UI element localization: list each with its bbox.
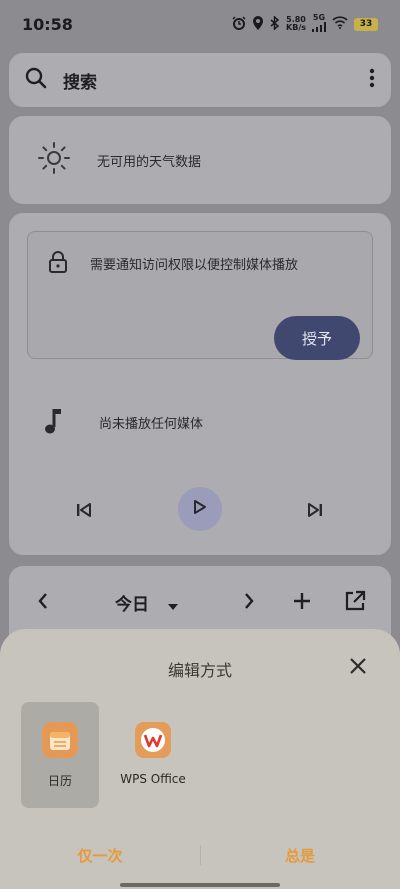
home-indicator[interactable] [120, 883, 280, 887]
button-divider [200, 845, 201, 865]
no-media-text: 尚未播放任何媒体 [99, 417, 204, 432]
wps-office-app-icon [135, 722, 171, 758]
sheet-title: 编辑方式 [167, 661, 232, 680]
alarm-icon [232, 15, 246, 33]
network-speed: 5.80 KB/s [286, 16, 306, 32]
sun-icon [37, 141, 71, 179]
just-once-button[interactable]: 仅一次 [20, 843, 180, 867]
location-icon [252, 15, 264, 33]
more-options-icon[interactable] [369, 68, 375, 92]
network-speed-unit: KB/s [286, 23, 306, 32]
play-button[interactable] [178, 487, 222, 531]
signal-icon [312, 22, 326, 32]
play-icon [193, 499, 207, 519]
open-with-sheet: 编辑方式 日历 WPS Office 仅一次 总是 [0, 629, 400, 889]
calendar-date-title[interactable]: 今日 [115, 590, 149, 615]
permission-text: 需要通知访问权限以便控制媒体播放 [90, 258, 299, 273]
battery-icon: 33 [354, 17, 378, 31]
music-note-icon [43, 407, 63, 441]
wifi-icon [332, 16, 348, 32]
close-icon[interactable] [349, 657, 367, 679]
app-label-wps-office: WPS Office [120, 772, 186, 786]
bluetooth-icon [270, 14, 280, 33]
calendar-app-icon [42, 722, 78, 758]
always-button[interactable]: 总是 [220, 843, 380, 867]
media-widget: 需要通知访问权限以便控制媒体播放 授予 尚未播放任何媒体 [9, 213, 391, 555]
search-icon [25, 67, 47, 93]
add-icon[interactable] [292, 591, 312, 615]
dropdown-arrow-icon[interactable] [167, 596, 179, 615]
app-label-calendar: 日历 [47, 774, 72, 788]
status-icons: 5.80 KB/s 5G 33 [232, 14, 378, 34]
app-option-calendar[interactable]: 日历 [21, 702, 99, 808]
grant-button[interactable]: 授予 [274, 316, 360, 360]
app-option-wps-office[interactable]: WPS Office [114, 702, 192, 808]
battery-level: 33 [359, 19, 373, 29]
previous-track-icon[interactable] [76, 502, 92, 522]
lock-icon [48, 250, 68, 278]
status-time: 10:58 [22, 14, 73, 34]
search-bar[interactable]: 搜索 [9, 53, 391, 107]
weather-widget[interactable]: 无可用的天气数据 [9, 116, 391, 204]
open-external-icon[interactable] [344, 590, 366, 616]
search-label: 搜索 [63, 72, 97, 93]
next-track-icon[interactable] [307, 502, 323, 522]
weather-status-text: 无可用的天气数据 [97, 154, 202, 170]
permission-notice: 需要通知访问权限以便控制媒体播放 授予 [27, 231, 373, 360]
chevron-left-icon[interactable] [37, 592, 49, 614]
chevron-right-icon[interactable] [243, 592, 255, 614]
network-type-label: 5G [312, 13, 326, 22]
status-bar: 10:58 5.80 KB/s 5G 33 [0, 0, 400, 48]
network-type: 5G [312, 14, 326, 34]
